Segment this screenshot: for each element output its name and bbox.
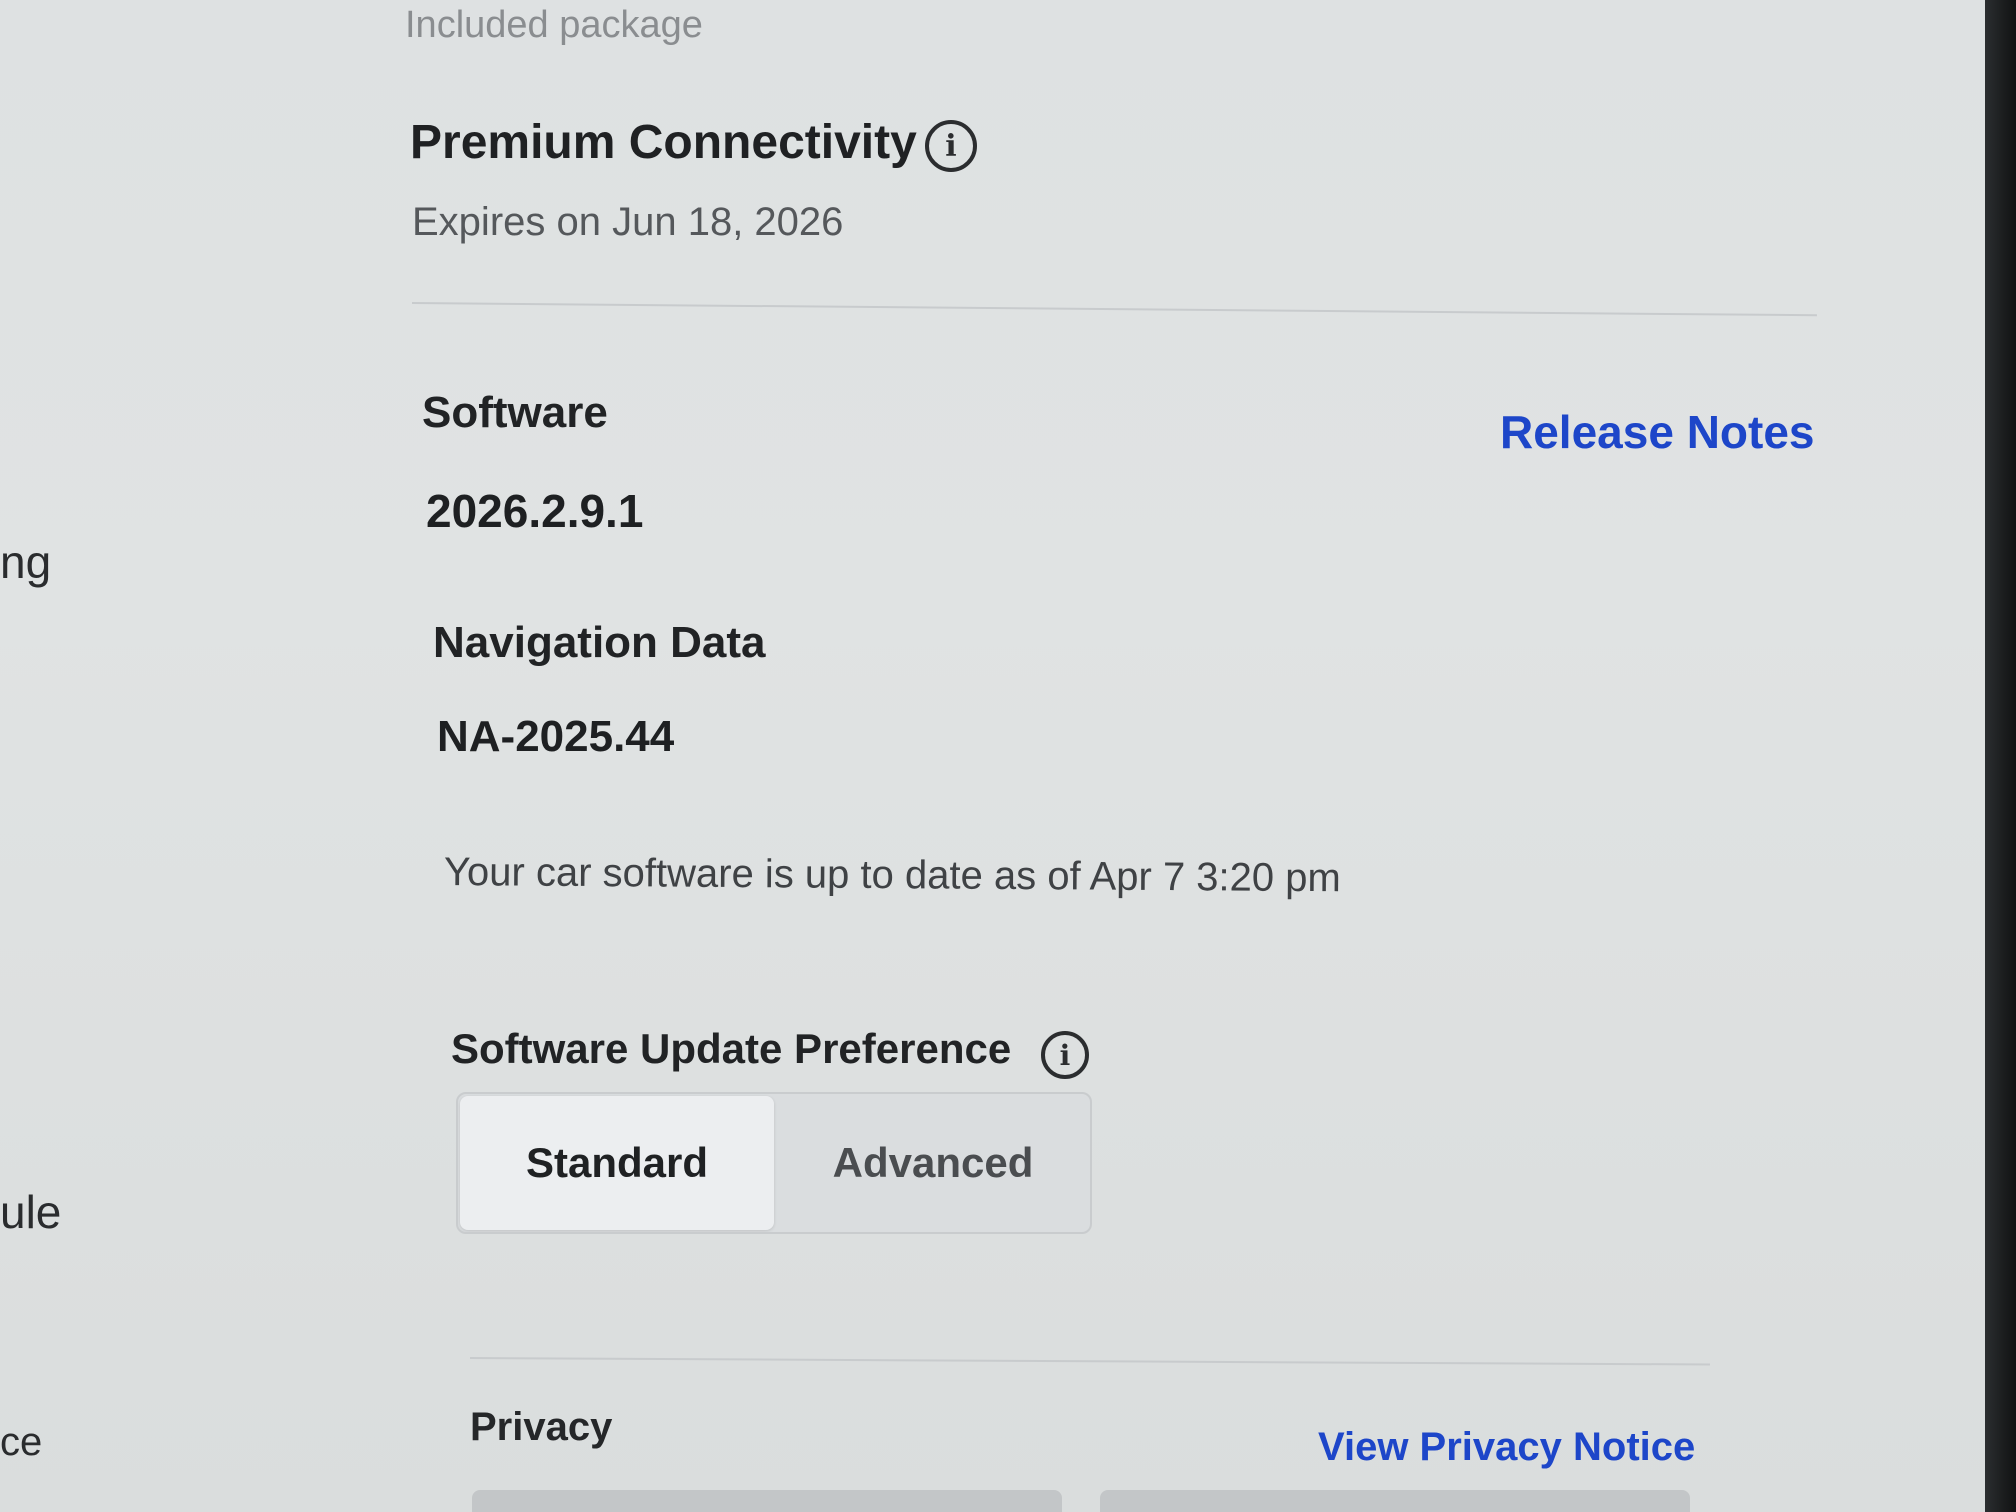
advanced-option[interactable]: Advanced (776, 1094, 1090, 1232)
section-divider (411, 302, 1817, 317)
connectivity-expiry: Expires on Jun 18, 2026 (412, 200, 844, 244)
standard-option[interactable]: Standard (460, 1096, 774, 1230)
navigation-data-label: Navigation Data (433, 618, 766, 667)
software-version: 2026.2.9.1 (426, 485, 644, 537)
update-preference-toggle: Standard Advanced (456, 1092, 1092, 1234)
privacy-control-partial[interactable] (1100, 1490, 1690, 1512)
navigation-data-version: NA-2025.44 (437, 712, 675, 761)
view-privacy-notice-link[interactable]: View Privacy Notice (1318, 1425, 1695, 1470)
release-notes-link[interactable]: Release Notes (1500, 405, 1815, 459)
update-status-text: Your car software is up to date as of Ap… (443, 850, 1341, 901)
settings-screen: ng ule ce Included package Premium Conne… (0, 0, 1985, 1512)
included-package-label: Included package (405, 4, 703, 46)
screen-bezel (1985, 0, 2016, 1512)
privacy-control-partial[interactable] (472, 1490, 1062, 1512)
info-icon[interactable]: i (925, 120, 977, 172)
software-label: Software (422, 388, 608, 437)
privacy-label: Privacy (470, 1405, 613, 1449)
premium-connectivity-title: Premium Connectivity (410, 116, 917, 169)
info-icon[interactable]: i (1041, 1031, 1089, 1079)
software-settings-panel: Included package Premium Connectivity i … (0, 0, 1985, 1512)
software-update-preference-label: Software Update Preference (451, 1025, 1012, 1072)
section-divider (469, 1357, 1710, 1366)
